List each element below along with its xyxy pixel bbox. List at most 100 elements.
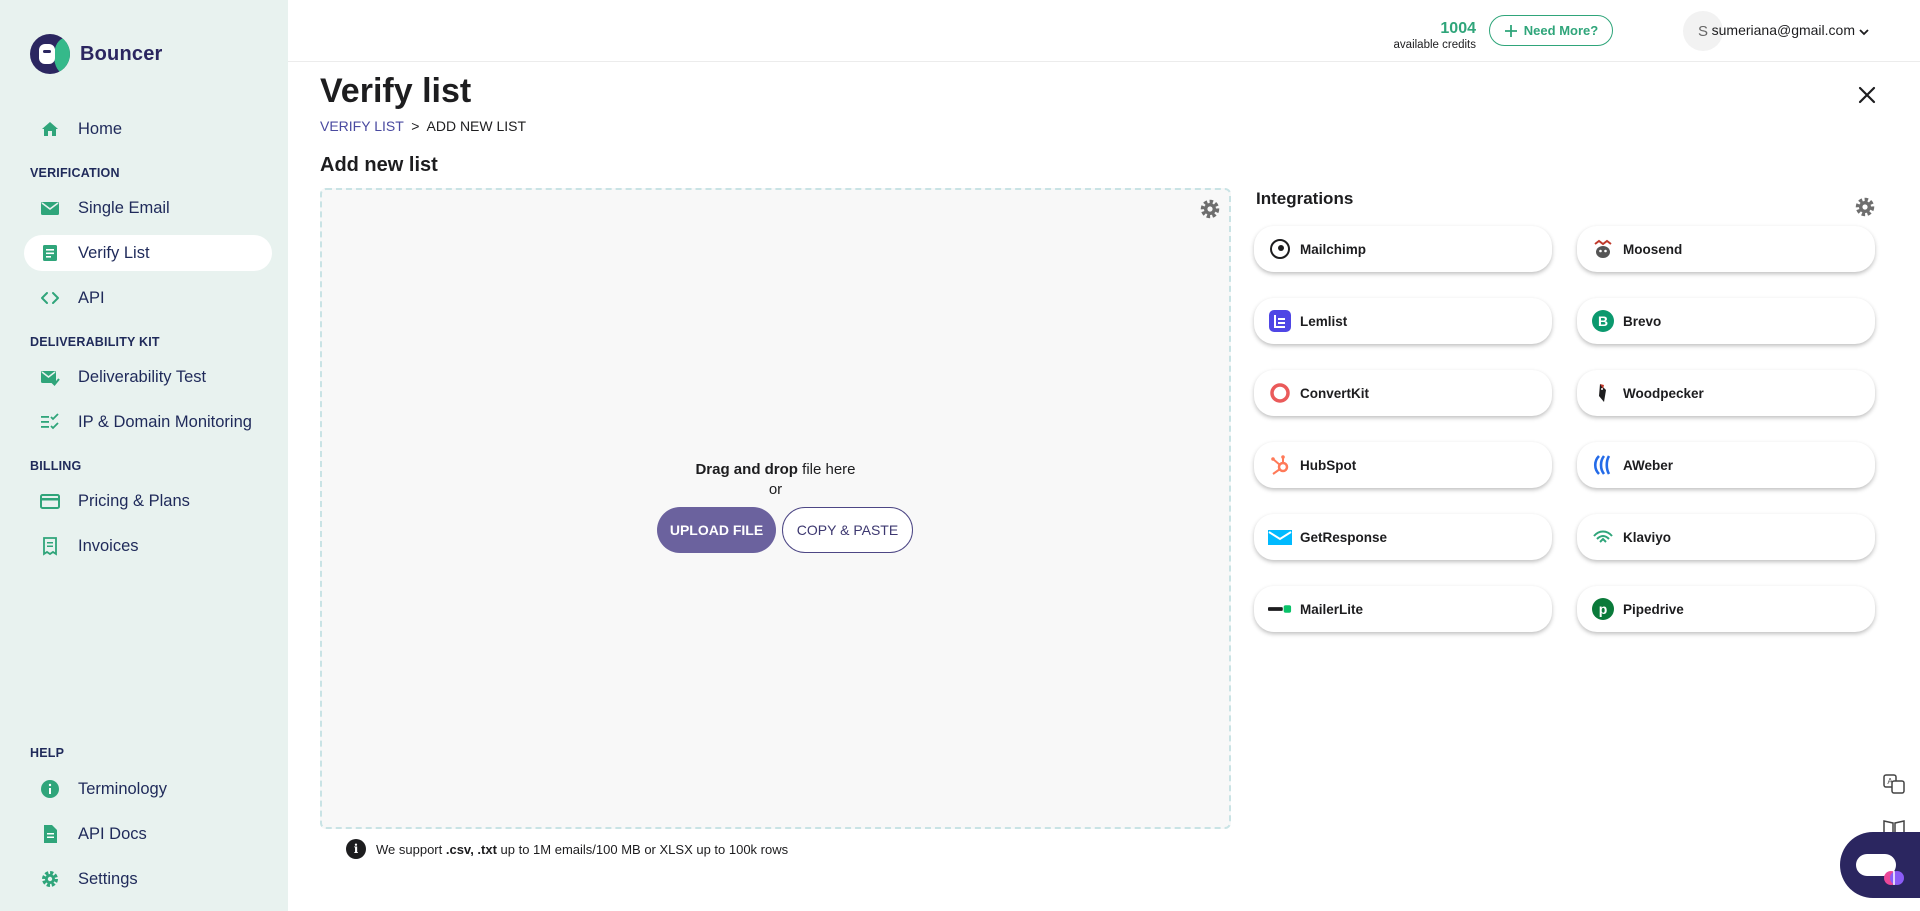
integration-brevo[interactable]: B Brevo — [1577, 298, 1875, 344]
file-dropzone[interactable]: Drag and drop file here or UPLOAD FILE C… — [320, 188, 1231, 829]
credits-caption: available credits — [1393, 39, 1476, 51]
svg-text:B: B — [1598, 313, 1608, 329]
credit-card-icon — [40, 491, 60, 511]
integration-hubspot[interactable]: HubSpot — [1254, 442, 1552, 488]
sidebar-item-pricing-plans[interactable]: Pricing & Plans — [24, 483, 272, 519]
integration-name: Pipedrive — [1623, 601, 1684, 617]
credits-display: 1004 available credits — [1394, 20, 1476, 52]
section-verification: VERIFICATION — [30, 166, 120, 180]
envelope-check-icon — [40, 367, 60, 387]
integration-name: Lemlist — [1300, 313, 1348, 329]
integration-name: AWeber — [1623, 457, 1674, 473]
top-bar: 1004 available credits Need More? S sume… — [288, 0, 1920, 62]
integration-name: ConvertKit — [1300, 385, 1370, 401]
close-icon[interactable] — [1856, 84, 1878, 106]
integrations-title: Integrations — [1256, 189, 1354, 208]
sidebar-item-settings[interactable]: Settings — [24, 861, 272, 897]
integration-name: HubSpot — [1300, 457, 1357, 473]
integration-woodpecker[interactable]: Woodpecker — [1577, 370, 1875, 416]
breadcrumb-current: ADD NEW LIST — [426, 118, 527, 134]
sidebar-item-api-docs[interactable]: API Docs — [24, 816, 272, 852]
sidebar-item-label: Verify List — [78, 243, 150, 262]
pipedrive-icon: p — [1591, 597, 1615, 621]
breadcrumb: VERIFY LIST > ADD NEW LIST — [320, 118, 526, 134]
info-icon — [40, 779, 60, 799]
chat-launcher-button[interactable] — [1840, 832, 1920, 898]
sidebar-item-home[interactable]: Home — [24, 111, 272, 147]
home-icon — [40, 119, 60, 139]
envelope-icon — [40, 198, 60, 218]
hubspot-icon — [1268, 453, 1292, 477]
sidebar-item-label: IP & Domain Monitoring — [78, 412, 252, 431]
need-more-label: Need More? — [1523, 23, 1599, 38]
aweber-icon — [1591, 453, 1615, 477]
brand-name: Bouncer — [80, 42, 163, 65]
copy-paste-button[interactable]: COPY & PASTE — [782, 507, 913, 553]
sidebar-item-label: Deliverability Test — [78, 367, 207, 386]
sidebar-item-label: Home — [78, 119, 123, 138]
gear-icon[interactable] — [1854, 196, 1876, 218]
integration-name: Woodpecker — [1623, 385, 1704, 401]
sidebar-item-deliverability-test[interactable]: Deliverability Test — [24, 359, 272, 395]
list-document-icon — [40, 243, 60, 263]
integration-name: Brevo — [1623, 313, 1662, 329]
translate-icon[interactable]: A — [1882, 772, 1906, 796]
user-email[interactable]: sumeriana@gmail.com — [1712, 22, 1855, 38]
sidebar-item-label: Single Email — [78, 198, 170, 217]
integration-name: MailerLite — [1300, 601, 1364, 617]
svg-text:A: A — [1887, 777, 1893, 786]
sidebar-item-label: Invoices — [78, 536, 139, 555]
mailerlite-icon — [1268, 597, 1292, 621]
need-more-button[interactable]: Need More? — [1489, 15, 1613, 46]
brand-logo[interactable]: Bouncer — [30, 34, 163, 74]
integration-convertkit[interactable]: ConvertKit — [1254, 370, 1552, 416]
integration-moosend[interactable]: Moosend — [1577, 226, 1875, 272]
integration-name: GetResponse — [1300, 529, 1388, 545]
integration-lemlist[interactable]: Lemlist — [1254, 298, 1552, 344]
document-icon — [40, 824, 60, 844]
integration-name: Klaviyo — [1623, 529, 1672, 545]
integration-aweber[interactable]: AWeber — [1577, 442, 1875, 488]
brain-icon[interactable] — [1882, 866, 1906, 890]
integration-klaviyo[interactable]: Klaviyo — [1577, 514, 1875, 560]
brevo-icon: B — [1591, 309, 1615, 333]
sidebar-item-single-email[interactable]: Single Email — [24, 190, 272, 226]
chevron-down-icon[interactable] — [1857, 25, 1871, 39]
breadcrumb-parent-link[interactable]: VERIFY LIST — [320, 118, 404, 134]
sidebar-item-ip-domain-monitoring[interactable]: IP & Domain Monitoring — [24, 404, 272, 440]
bouncer-logo-icon — [30, 34, 70, 74]
sidebar-item-label: Settings — [78, 869, 138, 888]
checklist-icon — [40, 412, 60, 432]
support-note: i We support .csv, .txt up to 1M emails/… — [346, 839, 788, 859]
integration-pipedrive[interactable]: p Pipedrive — [1577, 586, 1875, 632]
woodpecker-icon — [1591, 381, 1615, 405]
sidebar-item-api[interactable]: API — [24, 280, 272, 316]
svg-text:p: p — [1599, 601, 1608, 617]
sidebar-item-terminology[interactable]: Terminology — [24, 771, 272, 807]
plus-icon — [1504, 24, 1517, 37]
breadcrumb-separator: > — [411, 118, 420, 134]
sidebar-item-label: API — [78, 288, 105, 307]
drag-drop-bold: Drag and drop — [695, 461, 798, 478]
sidebar-item-verify-list[interactable]: Verify List — [24, 235, 272, 271]
section-billing: BILLING — [30, 459, 82, 473]
credits-count: 1004 — [1440, 20, 1476, 37]
upload-file-button[interactable]: UPLOAD FILE — [657, 507, 776, 553]
sidebar-item-invoices[interactable]: Invoices — [24, 528, 272, 564]
moosend-icon — [1591, 237, 1615, 261]
info-icon: i — [346, 839, 366, 859]
code-icon — [40, 288, 60, 308]
dropzone-instructions: Drag and drop file here or — [322, 460, 1229, 500]
page-title: Verify list — [320, 72, 472, 110]
integration-getresponse[interactable]: GetResponse — [1254, 514, 1552, 560]
section-deliverability-kit: DELIVERABILITY KIT — [30, 335, 160, 349]
getresponse-icon — [1268, 525, 1292, 549]
integration-mailerlite[interactable]: MailerLite — [1254, 586, 1552, 632]
mailchimp-icon — [1268, 237, 1292, 261]
gear-icon[interactable] — [1199, 198, 1221, 220]
receipt-icon — [40, 536, 60, 556]
sidebar-item-label: Terminology — [78, 779, 167, 798]
integration-mailchimp[interactable]: Mailchimp — [1254, 226, 1552, 272]
section-help: HELP — [30, 746, 65, 760]
or-text: or — [768, 481, 783, 498]
